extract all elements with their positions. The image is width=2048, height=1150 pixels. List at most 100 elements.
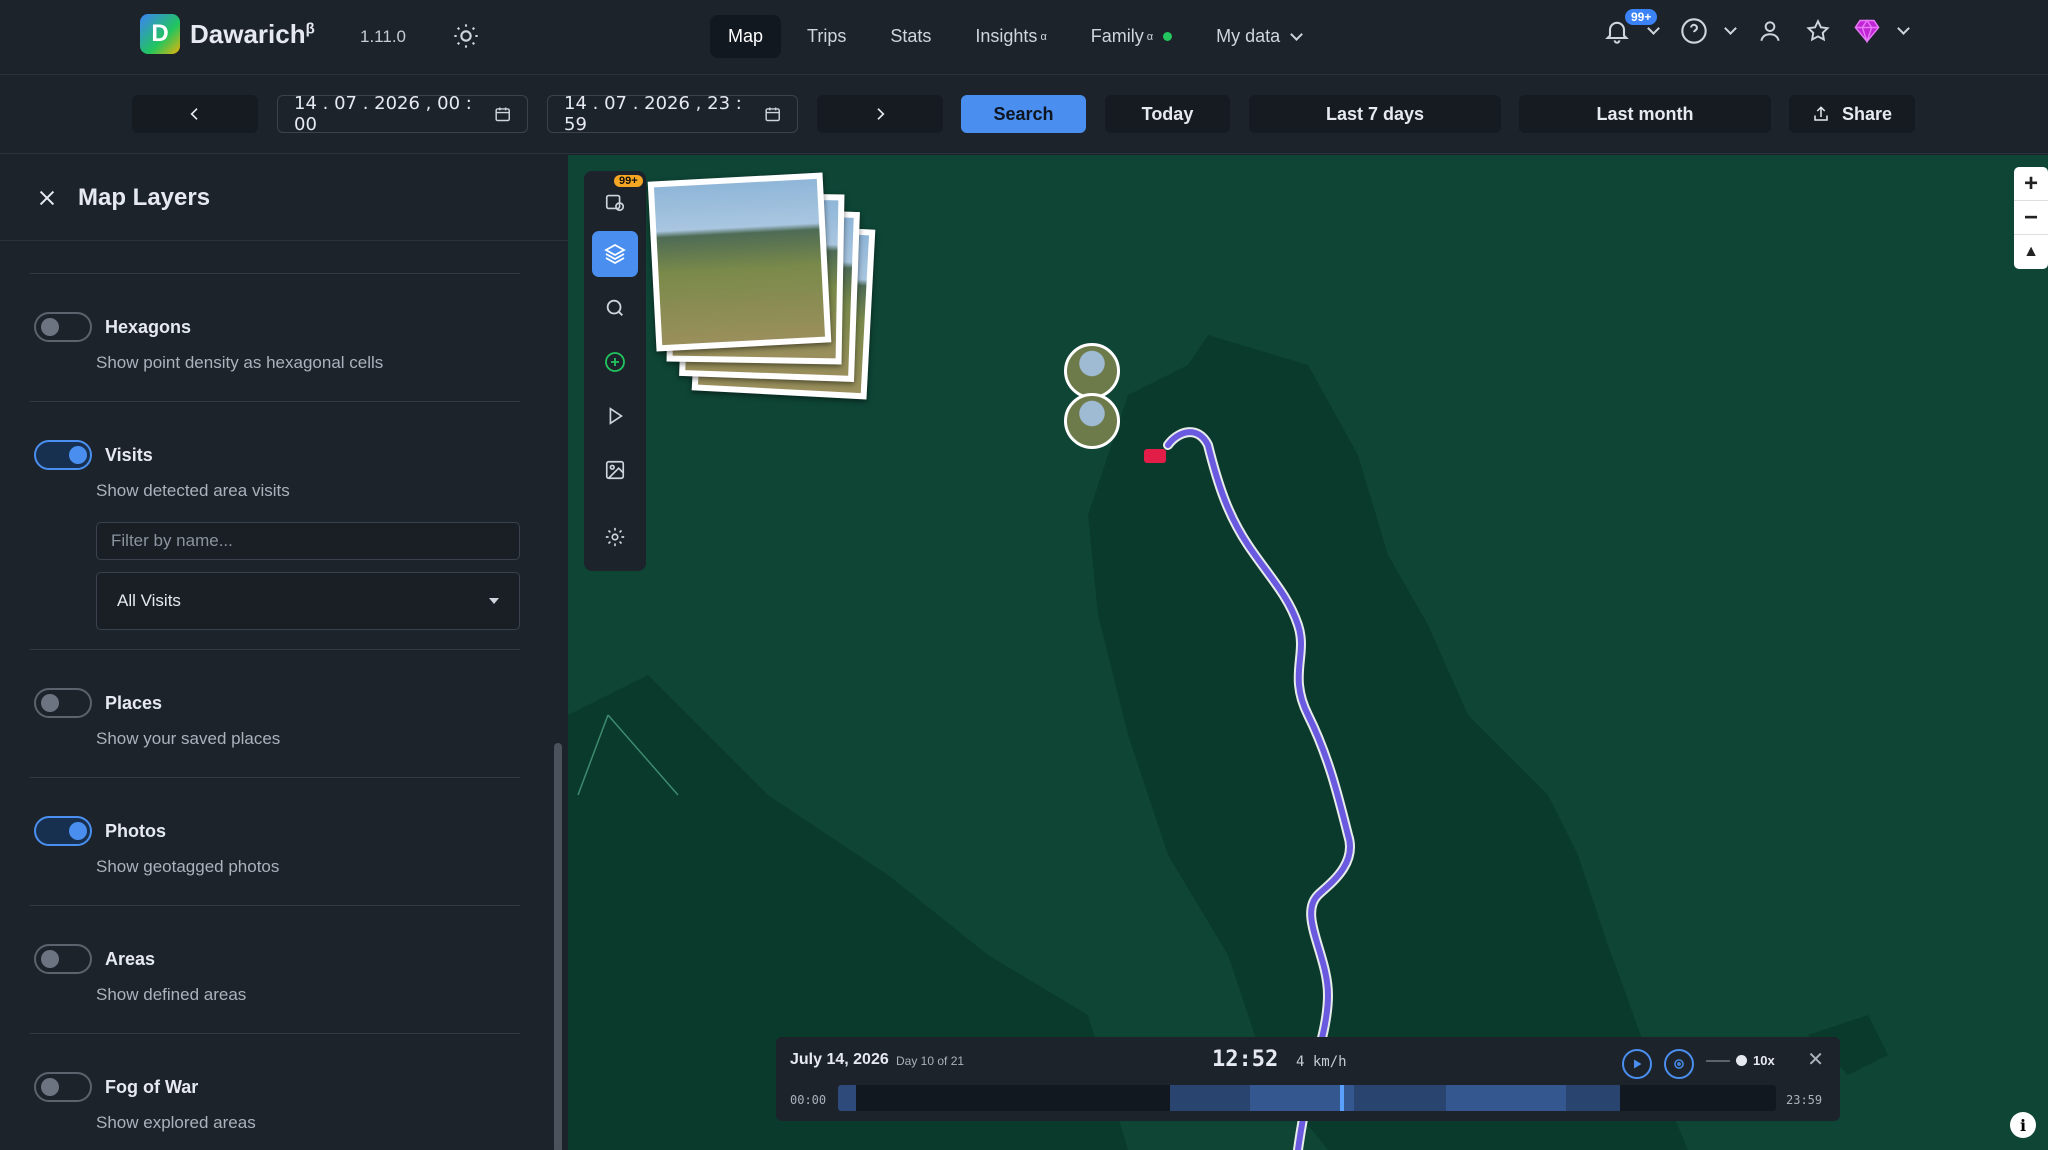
- notifications-button[interactable]: 99+: [1603, 9, 1660, 45]
- share-button[interactable]: Share: [1789, 95, 1915, 133]
- chevron-down-icon: [1724, 22, 1737, 35]
- start-datetime-input[interactable]: 14 . 07 . 2026 , 00 : 00: [277, 93, 528, 135]
- photo-stack[interactable]: [647, 171, 877, 400]
- family-online-dot: [1163, 32, 1173, 41]
- end-datetime-input[interactable]: 14 . 07 . 2026 , 23 : 59: [547, 93, 798, 135]
- photo-marker[interactable]: [1064, 343, 1120, 399]
- map-canvas[interactable]: 99+ + − ▲ July 14, 2026 Day 10 of 21 12:…: [568, 155, 2048, 1150]
- clock-calendar-icon: [605, 194, 625, 212]
- app-logo[interactable]: D Dawarichβ: [140, 14, 315, 54]
- timeline-playhead[interactable]: [1339, 1085, 1344, 1111]
- nav-trips[interactable]: Trips: [789, 15, 864, 58]
- nav-family[interactable]: Family α: [1073, 15, 1190, 58]
- layer-description: Show defined areas: [96, 985, 247, 1004]
- next-day-button[interactable]: [817, 95, 943, 133]
- image-icon: [605, 460, 625, 480]
- photos-button[interactable]: [592, 447, 638, 493]
- timeline-current-time: 12:52: [1212, 1047, 1279, 1072]
- layer-fog-of-war: Fog of War Show explored areas: [30, 1033, 520, 1150]
- close-icon[interactable]: ✕: [1807, 1047, 1824, 1072]
- main-nav: Map Trips Stats Insights α Family α My dat…: [710, 15, 1319, 58]
- photo-marker[interactable]: [1064, 393, 1120, 449]
- layer-places: Places Show your saved places: [30, 649, 520, 777]
- hexagons-toggle[interactable]: [34, 312, 92, 342]
- calendar-icon[interactable]: [764, 105, 781, 123]
- search-map-button[interactable]: [592, 285, 638, 331]
- layers-button[interactable]: [592, 231, 638, 277]
- visits-filter-input[interactable]: Filter by name...: [96, 522, 520, 560]
- layer-areas: Areas Show defined areas: [30, 905, 520, 1033]
- top-navbar: D Dawarichβ 1.11.0 Map Trips Stats Insig…: [0, 0, 2048, 75]
- chevron-right-icon: [877, 108, 885, 120]
- layer-name: Visits: [105, 445, 153, 465]
- layer-name: Areas: [105, 949, 156, 969]
- last-7-days-button[interactable]: Last 7 days: [1249, 95, 1501, 133]
- chevron-left-icon: [190, 108, 198, 120]
- zoom-out-button[interactable]: −: [2014, 201, 2048, 235]
- timeline-play-button[interactable]: [1622, 1049, 1652, 1079]
- reset-bearing-button[interactable]: ▲: [2014, 235, 2048, 269]
- layers-list: Hexagons Show point density as hexagonal…: [30, 273, 520, 1150]
- nav-insights[interactable]: Insights α: [957, 15, 1064, 58]
- app-name: Dawarich: [190, 18, 306, 49]
- star-icon[interactable]: [1805, 18, 1831, 44]
- car-marker-icon: [1144, 449, 1166, 463]
- layer-name: Fog of War: [105, 1077, 199, 1097]
- layer-name: Hexagons: [105, 317, 192, 337]
- calendar-icon[interactable]: [494, 105, 511, 123]
- help-button[interactable]: [1680, 17, 1737, 45]
- last-month-button[interactable]: Last month: [1519, 95, 1771, 133]
- toolbar-badge: 99+: [614, 175, 643, 187]
- gear-icon: [605, 527, 625, 547]
- map-settings-button[interactable]: [592, 514, 638, 560]
- areas-toggle[interactable]: [34, 944, 92, 974]
- zoom-controls: + − ▲: [2014, 167, 2048, 269]
- zoom-in-button[interactable]: +: [2014, 167, 2048, 201]
- info-icon[interactable]: i: [2010, 1112, 2036, 1138]
- chevron-down-icon: [1897, 22, 1910, 35]
- timeline-button[interactable]: 99+: [592, 175, 643, 225]
- nav-my-data[interactable]: My data: [1198, 15, 1319, 58]
- layer-name: Photos: [105, 821, 166, 841]
- previous-day-button[interactable]: [132, 95, 258, 133]
- photo-thumbnail: [647, 172, 832, 352]
- layer-description: Show explored areas: [96, 1113, 256, 1132]
- layers-icon: [604, 243, 626, 265]
- replay-button[interactable]: [592, 393, 638, 439]
- user-icon[interactable]: [1757, 18, 1783, 44]
- timeline-scrubber[interactable]: [838, 1085, 1776, 1111]
- panel-scrollbar[interactable]: [554, 743, 562, 1150]
- panel-title: Map Layers: [78, 183, 211, 211]
- date-range-bar: 14 . 07 . 2026 , 00 : 00 14 . 07 . 2026 …: [0, 76, 2048, 154]
- timeline-start-label: 00:00: [790, 1093, 827, 1107]
- sun-icon[interactable]: [452, 22, 480, 50]
- timeline-follow-button[interactable]: [1664, 1049, 1694, 1079]
- places-toggle[interactable]: [34, 688, 92, 718]
- playback-speed-slider[interactable]: 10x: [1706, 1053, 1775, 1068]
- search-button[interactable]: Search: [961, 95, 1086, 133]
- nav-map[interactable]: Map: [710, 15, 782, 58]
- close-icon[interactable]: [36, 187, 58, 209]
- today-button[interactable]: Today: [1105, 95, 1230, 133]
- activity-segment: [838, 1085, 856, 1111]
- add-point-button[interactable]: [592, 339, 638, 385]
- fog-of-war-toggle[interactable]: [34, 1072, 92, 1102]
- nav-stats[interactable]: Stats: [872, 15, 949, 58]
- layer-description: Show point density as hexagonal cells: [96, 353, 384, 372]
- play-icon: [1634, 1059, 1642, 1069]
- caret-down-icon: [489, 598, 499, 604]
- timeline-panel: July 14, 2026 Day 10 of 21 12:52 4 km/h …: [776, 1037, 1840, 1121]
- help-circle-icon: [1681, 18, 1707, 44]
- timeline-speed: 4 km/h: [1296, 1054, 1347, 1070]
- play-icon: [609, 407, 623, 425]
- timeline-end-label: 23:59: [1786, 1093, 1823, 1107]
- map-layers-panel: Map Layers Hexagons Show point density a…: [0, 155, 568, 1150]
- supporter-menu[interactable]: [1853, 17, 1910, 45]
- plus-circle-icon: [605, 352, 625, 372]
- visits-type-select[interactable]: All Visits: [96, 572, 520, 630]
- gem-icon: [1854, 19, 1880, 44]
- visits-toggle[interactable]: [34, 440, 92, 470]
- layer-hexagons: Hexagons Show point density as hexagonal…: [30, 273, 520, 401]
- photos-toggle[interactable]: [34, 816, 92, 846]
- dawarich-logo-icon: D: [140, 14, 180, 54]
